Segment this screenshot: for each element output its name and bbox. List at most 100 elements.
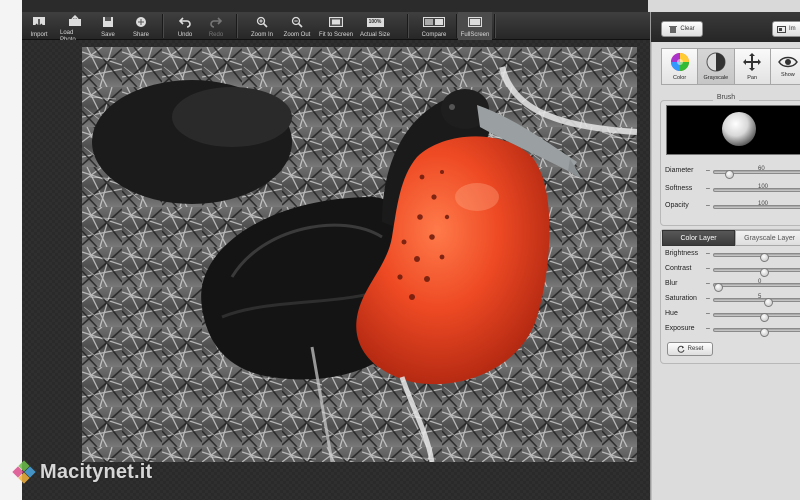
redo-button[interactable]: Redo (205, 12, 227, 40)
zoom-out-button[interactable]: Zoom Out (282, 12, 312, 40)
mode-grayscale[interactable]: Grayscale (697, 48, 734, 85)
undo-button[interactable]: Undo (174, 12, 196, 40)
reset-label: Reset (687, 346, 704, 352)
canvas-area[interactable] (22, 40, 650, 500)
slider-track[interactable] (713, 313, 800, 322)
slider-track[interactable] (713, 205, 800, 209)
save-button[interactable]: Save (97, 12, 119, 40)
slider-value: 100 (758, 183, 769, 190)
import-button[interactable]: Import (28, 12, 50, 40)
slider-thumb[interactable] (760, 268, 769, 277)
actual-size-button[interactable]: 100% Actual Size (360, 12, 390, 40)
slider-value: 100 (758, 201, 769, 207)
mode-color[interactable]: Color (661, 48, 698, 85)
mode-pan-label: Pan (747, 75, 758, 81)
share-button[interactable]: Share (130, 12, 152, 40)
mode-pan[interactable]: Pan (733, 48, 770, 85)
share-icon (134, 15, 148, 29)
slider-row: Hue – (665, 310, 800, 322)
fit-to-screen-label: Fit to Screen (318, 32, 353, 38)
slider-label: Blur (665, 280, 678, 287)
slider-track[interactable] (713, 170, 800, 179)
app-window: Import Load Photo Save Share Undo (0, 0, 800, 500)
fit-to-screen-button[interactable]: Fit to Screen (318, 12, 354, 40)
slider-label: Softness (665, 184, 693, 192)
slider-track[interactable] (713, 253, 800, 262)
slider-label: Brightness (665, 250, 699, 257)
clear-label: Clear (680, 26, 695, 32)
slider-minus-icon: – (706, 250, 710, 257)
reset-icon (677, 345, 685, 353)
load-photo-button[interactable]: Load Photo (60, 12, 90, 43)
slider-track[interactable] (713, 187, 800, 192)
color-wheel-icon (670, 53, 689, 71)
slider-track[interactable] (713, 268, 800, 277)
slider-minus-icon: – (706, 265, 710, 272)
slider-minus-icon: – (706, 167, 710, 174)
undo-label: Undo (177, 32, 193, 38)
slider-label: Exposure (665, 325, 695, 332)
brush-preview (666, 105, 800, 155)
fullscreen-label: FullScreen (460, 32, 490, 38)
slider-row: Contrast – (665, 265, 800, 277)
fit-to-screen-icon (329, 15, 343, 29)
fullscreen-button[interactable]: FullScreen (458, 12, 492, 40)
slider-label: Hue (665, 310, 678, 317)
toolbar-separator (494, 14, 495, 38)
save-icon (101, 15, 115, 29)
watermark-logo-icon (12, 460, 36, 484)
slider-row: Softness – 100 (665, 183, 800, 195)
slider-label: Diameter (665, 167, 694, 174)
mode-show-label: Show (781, 72, 795, 78)
brush-title: Brush (651, 94, 800, 101)
slider-thumb[interactable] (760, 253, 769, 262)
save-label: Save (101, 32, 115, 38)
redo-icon (209, 15, 223, 29)
slider-thumb[interactable] (725, 170, 734, 179)
slider-value: 5 (758, 294, 762, 300)
reset-button[interactable]: Reset (667, 342, 713, 356)
image-button-label: Im (789, 26, 796, 32)
zoom-in-button[interactable]: Zoom In (248, 12, 276, 40)
tab-grayscale-layer[interactable]: Grayscale Layer (735, 230, 800, 246)
watermark-text: Macitynet.it (40, 460, 153, 483)
zoom-in-icon (255, 15, 269, 29)
slider-thumb[interactable] (760, 328, 769, 337)
watermark: Macitynet.it (12, 455, 152, 489)
slider-thumb[interactable] (714, 283, 723, 292)
slider-value: 60 (758, 166, 765, 172)
image-icon (777, 25, 786, 33)
mode-show[interactable]: Show (769, 48, 800, 85)
redo-label: Redo (208, 32, 224, 38)
slider-row: Blur – 0 (665, 279, 800, 292)
import-icon (32, 15, 46, 29)
mode-color-label: Color (673, 75, 687, 81)
slider-track[interactable] (713, 283, 800, 292)
eye-icon (777, 56, 798, 68)
slider-label: Opacity (665, 202, 689, 209)
compare-button[interactable]: Compare (417, 12, 451, 40)
slider-thumb[interactable] (764, 298, 773, 307)
clear-icon (669, 26, 678, 33)
mode-tabs: Color Grayscale Pan Show (661, 48, 800, 85)
slider-track[interactable] (713, 298, 800, 307)
image-button[interactable]: Im (772, 21, 800, 37)
slider-value: 0 (758, 279, 762, 285)
mode-grayscale-label: Grayscale (703, 75, 729, 81)
toolbar-separator (456, 14, 457, 38)
slider-minus-icon: – (706, 295, 710, 302)
slider-minus-icon: – (706, 325, 710, 332)
photo-image[interactable] (82, 47, 637, 462)
compare-icon (423, 15, 445, 29)
clear-button[interactable]: Clear (661, 21, 703, 37)
layer-tabs: Color Layer Grayscale Layer (662, 230, 800, 246)
zoom-out-icon (290, 15, 304, 29)
brush-preview-dot (722, 112, 756, 146)
load-photo-icon (68, 15, 82, 27)
slider-minus-icon: – (706, 280, 710, 287)
slider-thumb[interactable] (760, 313, 769, 322)
tab-color-layer[interactable]: Color Layer (662, 230, 736, 246)
actual-size-icon: 100% (366, 15, 384, 29)
slider-label: Saturation (665, 295, 697, 302)
slider-track[interactable] (713, 328, 800, 337)
